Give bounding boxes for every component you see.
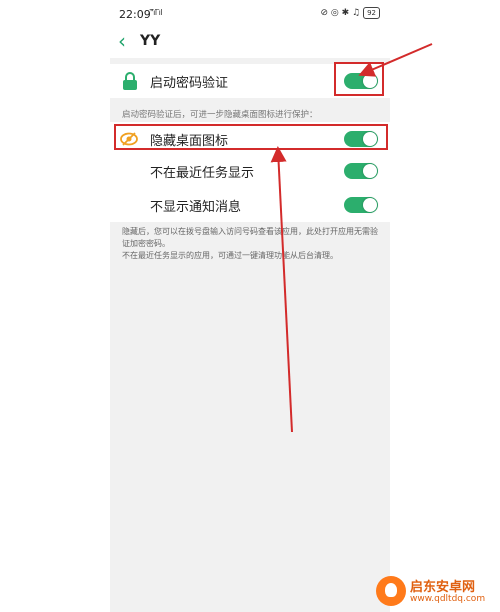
hide-notify-toggle[interactable] [344, 197, 378, 213]
lock-icon [123, 72, 137, 90]
notes-text: 隐藏后，您可以在拨号盘输入访问号码查看该应用，此处打开应用无需验证加密密码。 不… [122, 226, 384, 262]
toggle-knob [363, 164, 377, 178]
status-icon-group: ⊘ ◎ ✱ ♫ [320, 8, 361, 18]
battery-icon: 92 [363, 7, 380, 19]
hide-notify-row[interactable]: 不显示通知消息 [110, 188, 390, 222]
watermark-logo-icon [376, 576, 406, 606]
status-bar: 22:09 "̅ıl ̅ıl ⊘ ◎ ✱ ♫ 92 [110, 0, 390, 28]
hide-recent-toggle[interactable] [344, 163, 378, 179]
protection-hint: 启动密码验证后，可进一步隐藏桌面图标进行保护： [122, 110, 318, 120]
signal-icon: "̅ıl ̅ıl [150, 8, 163, 17]
page-title: YY [140, 33, 161, 49]
app-header: ‹ YY [110, 28, 390, 58]
notes-line-1: 隐藏后，您可以在拨号盘输入访问号码查看该应用，此处打开应用无需验证加密密码。 [122, 227, 378, 248]
status-time: 22:09 [119, 8, 151, 21]
site-watermark: 启东安卓网 www.qdltdq.com [376, 576, 496, 610]
annotation-box-toggle [334, 62, 384, 96]
hide-recent-label: 不在最近任务显示 [150, 166, 255, 181]
toggle-knob [363, 198, 377, 212]
hide-recent-row[interactable]: 不在最近任务显示 [110, 154, 390, 188]
status-icons: ⊘ ◎ ✱ ♫ 92 [320, 7, 380, 19]
password-verify-label: 启动密码验证 [150, 76, 229, 91]
watermark-name: 启东安卓网 [410, 580, 476, 595]
notes-line-2: 不在最近任务显示的应用，可通过一键清理功能从后台清理。 [122, 251, 338, 260]
back-arrow-icon[interactable]: ‹ [118, 30, 126, 52]
annotation-box-hide-icon [114, 124, 388, 150]
hide-notify-label: 不显示通知消息 [150, 200, 242, 215]
watermark-url: www.qdltdq.com [410, 594, 486, 604]
